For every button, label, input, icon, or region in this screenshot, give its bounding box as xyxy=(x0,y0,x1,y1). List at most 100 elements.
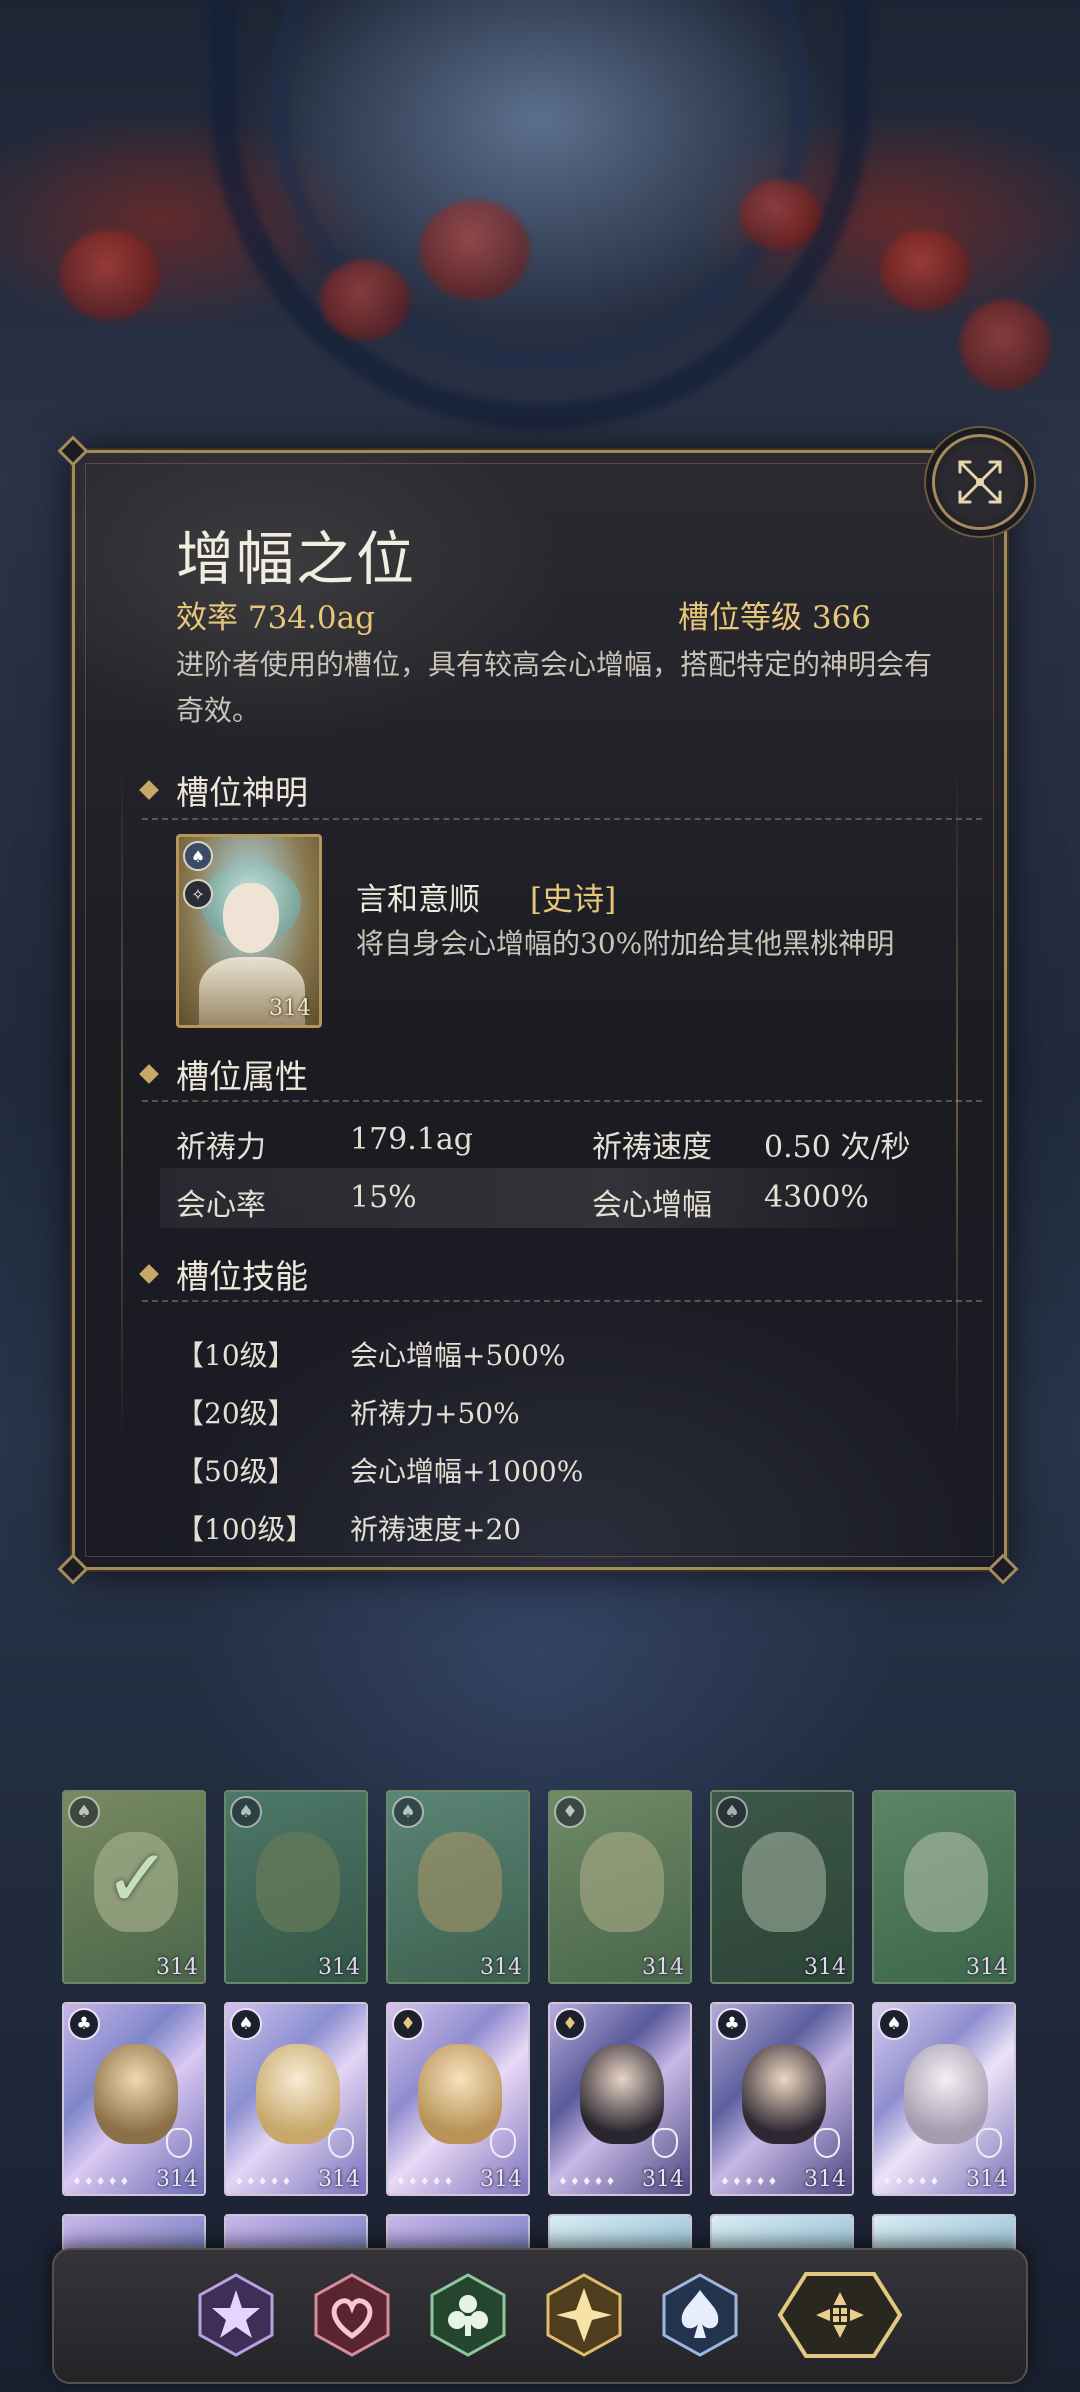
god-card[interactable]: ♠ 314 xyxy=(386,1790,530,1984)
skill-effect: 祈祷力+50% xyxy=(350,1397,520,1430)
god-card[interactable]: ♣ ♦♦♦♦♦ 314 xyxy=(62,2002,206,2196)
attribute-value: 179.1ag xyxy=(350,1122,473,1157)
skill-level: 【10级】 xyxy=(176,1339,296,1372)
god-card[interactable]: ♦ ♦♦♦♦♦ 314 xyxy=(548,2002,692,2196)
spade-badge-icon: ♠ xyxy=(230,1796,262,1828)
card-level: 314 xyxy=(642,2167,684,2192)
section-label: 槽位技能 xyxy=(176,1257,308,1296)
class-shield-icon xyxy=(814,2128,840,2158)
god-rarity: [史诗] xyxy=(530,882,617,918)
god-card[interactable]: ♠ ♦♦♦♦♦ 314 xyxy=(224,2002,368,2196)
checkmark-icon: ✓ xyxy=(104,1832,172,1925)
god-name: 言和意顺 xyxy=(356,882,480,918)
club-badge-icon: ♣ xyxy=(716,2008,748,2040)
attribute-value: 4300% xyxy=(764,1180,869,1215)
filter-star-button[interactable] xyxy=(196,2272,276,2358)
spade-badge-icon: ♠ xyxy=(392,1796,424,1828)
attribute-row: 会心率 15% 会心增幅 4300% xyxy=(160,1168,920,1228)
star-rating: ♦♦♦♦♦ xyxy=(396,2175,456,2188)
heart-suit-icon xyxy=(314,2273,390,2357)
star-rating: ♦♦♦♦♦ xyxy=(882,2175,942,2188)
diamond-suit-icon xyxy=(546,2273,622,2357)
filter-all-button[interactable] xyxy=(776,2272,904,2358)
diamond-badge-icon: ♦ xyxy=(392,2008,424,2040)
spade-suit-icon xyxy=(662,2273,738,2357)
section-divider xyxy=(142,1100,982,1102)
diamond-bullet-icon xyxy=(139,1264,159,1284)
section-divider xyxy=(142,1300,982,1302)
star-rating: ♦♦♦♦♦ xyxy=(720,2175,780,2188)
spade-badge-icon: ♠ xyxy=(68,1796,100,1828)
club-suit-icon xyxy=(430,2273,506,2357)
efficiency-value: 效率 734.0ag xyxy=(176,600,375,636)
card-level: 314 xyxy=(966,2167,1008,2192)
attribute-label: 祈祷力 xyxy=(176,1130,266,1165)
skill-level: 【50级】 xyxy=(176,1455,296,1488)
filter-heart-button[interactable] xyxy=(312,2272,392,2358)
slot-level: 槽位等级 366 xyxy=(678,600,872,636)
spade-badge-icon: ♠ xyxy=(878,2008,910,2040)
diamond-bullet-icon xyxy=(139,1064,159,1084)
frame-line xyxy=(956,753,958,1453)
god-card[interactable]: ♠ 314 xyxy=(224,1790,368,1984)
lantern xyxy=(60,230,160,320)
class-shield-icon xyxy=(976,2128,1002,2158)
god-card[interactable]: ♠ ✓ 314 xyxy=(62,1790,206,1984)
attribute-label: 祈祷速度 xyxy=(592,1130,712,1165)
filter-diamond-button[interactable] xyxy=(544,2272,624,2358)
diamond-bullet-icon xyxy=(139,780,159,800)
star-rating: ♦♦♦♦♦ xyxy=(234,2175,294,2188)
filter-spade-button[interactable] xyxy=(660,2272,740,2358)
section-title-attributes: 槽位属性 xyxy=(139,1050,308,1098)
skill-effect: 会心增幅+1000% xyxy=(350,1455,584,1488)
attribute-value: 0.50 次/秒 xyxy=(764,1130,911,1165)
god-card[interactable]: 314 xyxy=(872,1790,1016,1984)
attribute-label: 会心率 xyxy=(176,1188,266,1223)
class-shield-icon xyxy=(166,2128,192,2158)
close-button[interactable] xyxy=(932,434,1028,530)
section-title-god: 槽位神明 xyxy=(139,766,308,814)
class-shield-icon xyxy=(490,2128,516,2158)
crossed-swords-close-icon xyxy=(958,460,1002,504)
god-effect: 将自身会心增幅的30%附加给其他黑桃神明 xyxy=(356,927,895,960)
star-rating: ♦♦♦♦♦ xyxy=(558,2175,618,2188)
god-card[interactable]: ♠ ♦♦♦♦♦ 314 xyxy=(872,2002,1016,2196)
lantern xyxy=(320,260,410,340)
section-label: 槽位神明 xyxy=(176,773,308,812)
card-level: 314 xyxy=(318,1955,360,1980)
god-card[interactable]: ♠ 314 xyxy=(710,1790,854,1984)
dialog-title: 增幅之位 xyxy=(176,525,417,593)
section-divider xyxy=(142,818,982,820)
card-level: 314 xyxy=(642,1955,684,1980)
spade-badge-icon: ♠ xyxy=(183,841,213,871)
attribute-value: 15% xyxy=(350,1180,417,1215)
diamond-badge-icon: ♦ xyxy=(554,2008,586,2040)
section-title-skills: 槽位技能 xyxy=(139,1250,308,1298)
diamond-badge-icon: ♦ xyxy=(554,1796,586,1828)
god-card[interactable]: ♦ ♦♦♦♦♦ 314 xyxy=(386,2002,530,2196)
god-card[interactable]: ♦ 314 xyxy=(548,1790,692,1984)
slot-god-card[interactable]: ♠ ✧ 314 xyxy=(176,834,322,1028)
card-level: 314 xyxy=(804,2167,846,2192)
lantern xyxy=(740,180,820,250)
club-badge-icon: ♣ xyxy=(68,2008,100,2040)
section-label: 槽位属性 xyxy=(176,1057,308,1096)
skill-effect: 会心增幅+500% xyxy=(350,1339,566,1372)
god-level: 314 xyxy=(269,996,311,1021)
filter-club-button[interactable] xyxy=(428,2272,508,2358)
lantern xyxy=(420,200,530,300)
skill-effect: 祈祷速度+20 xyxy=(350,1513,522,1546)
god-card[interactable]: ♣ ♦♦♦♦♦ 314 xyxy=(710,2002,854,2196)
spade-badge-icon: ♠ xyxy=(230,2008,262,2040)
class-badge-icon: ✧ xyxy=(183,879,213,909)
skill-level: 【20级】 xyxy=(176,1397,296,1430)
slot-description: 进阶者使用的槽位，具有较高会心增幅，搭配特定的神明会有奇效。 xyxy=(176,648,933,727)
spade-badge-icon: ♠ xyxy=(716,1796,748,1828)
card-level: 314 xyxy=(966,1955,1008,1980)
card-level: 314 xyxy=(804,1955,846,1980)
lantern xyxy=(880,230,970,310)
skill-level: 【100级】 xyxy=(176,1513,314,1546)
card-level: 314 xyxy=(318,2167,360,2192)
card-level: 314 xyxy=(156,1955,198,1980)
star-rating: ♦♦♦♦♦ xyxy=(72,2175,132,2188)
